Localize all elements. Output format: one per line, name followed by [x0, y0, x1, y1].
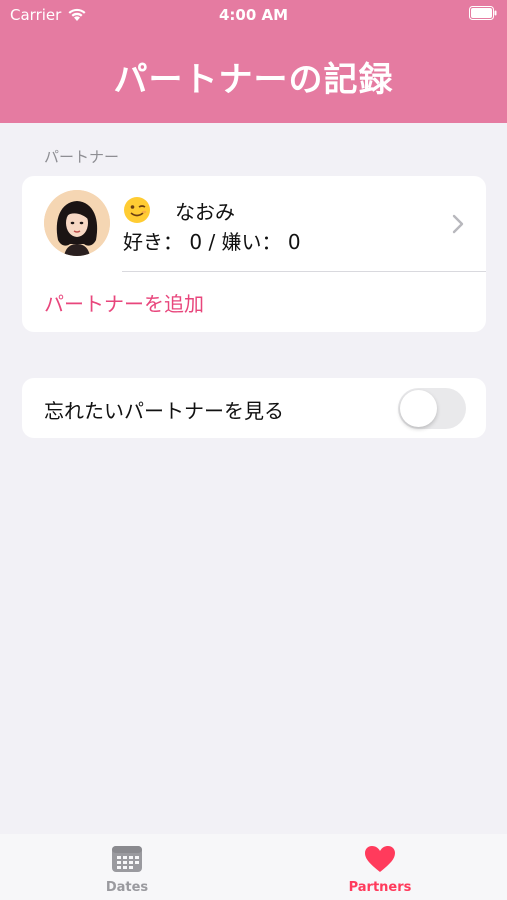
tab-partners-label: Partners [348, 880, 412, 895]
row-divider [122, 271, 486, 272]
tab-partners[interactable]: Partners [320, 844, 440, 895]
section-label-partners: パートナー [44, 148, 120, 166]
tab-dates[interactable]: Dates [67, 844, 187, 895]
tab-bar: Dates Partners [0, 834, 507, 900]
winking-face-icon [124, 197, 150, 223]
avatar [44, 190, 110, 256]
navigation-header: Carrier 4:00 AM パートナーの記録 [0, 0, 507, 123]
battery-icon [469, 6, 497, 20]
partners-card: なおみ 好き： 0 / 嫌い： 0 パートナーを追加 [22, 176, 486, 332]
add-partner-button[interactable]: パートナーを追加 [44, 288, 204, 317]
forget-partners-label: 忘れたいパートナーを見る [44, 399, 284, 423]
calendar-icon [112, 846, 142, 872]
status-bar: Carrier 4:00 AM [0, 0, 507, 32]
partner-name: なおみ [175, 200, 235, 224]
chevron-right-icon [452, 214, 464, 234]
heart-icon [365, 846, 395, 872]
partner-row[interactable]: なおみ 好き： 0 / 嫌い： 0 [22, 176, 486, 272]
page-title: パートナーの記録 [113, 60, 394, 100]
tab-dates-label: Dates [105, 880, 149, 895]
forget-partners-toggle[interactable] [398, 388, 466, 429]
likes-dislikes-count: 好き： 0 / 嫌い： 0 [123, 230, 301, 254]
forget-partners-row: 忘れたいパートナーを見る [22, 378, 486, 438]
toggle-knob [400, 390, 437, 427]
status-time: 4:00 AM [218, 6, 289, 24]
